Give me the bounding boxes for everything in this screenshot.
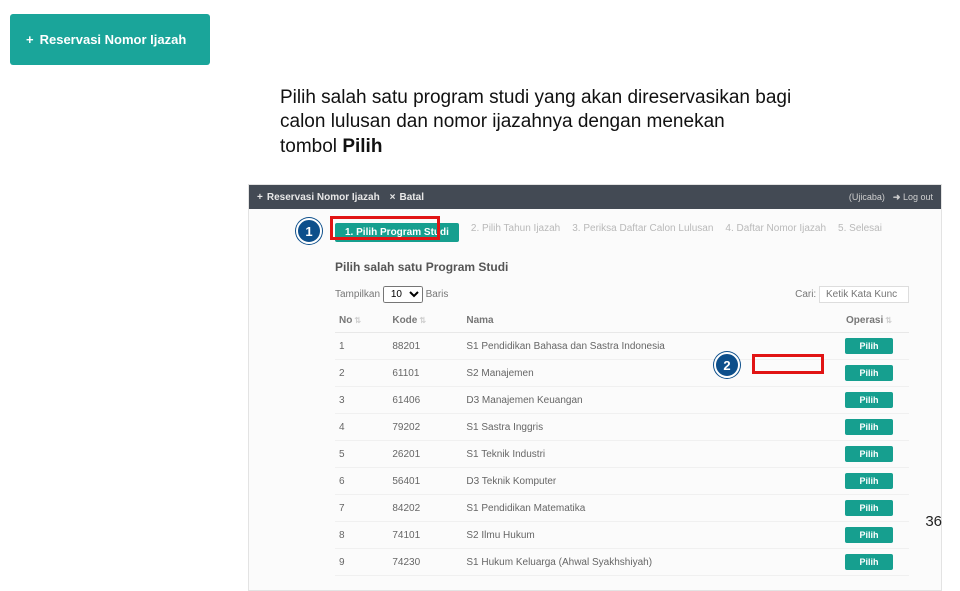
step-1[interactable]: 1. Pilih Program Studi [335, 223, 459, 242]
app-topbar: + Reservasi Nomor Ijazah × Batal (Ujicab… [249, 185, 941, 209]
table-row: 261101S2 ManajemenPilih [335, 360, 909, 387]
logout-link[interactable]: Log out [893, 192, 933, 203]
table-row: 526201S1 Teknik IndustriPilih [335, 441, 909, 468]
pilih-button[interactable]: Pilih [845, 446, 892, 462]
callout-1: 1 [296, 218, 322, 244]
col-kode[interactable]: Kode⇅ [388, 309, 462, 333]
pilih-button[interactable]: Pilih [845, 392, 892, 408]
topbar-reserve[interactable]: + Reservasi Nomor Ijazah [257, 192, 380, 203]
col-nama[interactable]: Nama [462, 309, 829, 333]
section-title: Pilih salah satu Program Studi [335, 260, 923, 274]
table-row: 479202S1 Sastra InggrisPilih [335, 414, 909, 441]
callout-2: 2 [714, 352, 740, 378]
reserve-button[interactable]: + Reservasi Nomor Ijazah [10, 14, 210, 65]
rows-select[interactable]: 10 [383, 286, 423, 303]
search-input[interactable] [819, 286, 909, 303]
plus-icon: + [26, 32, 34, 47]
step-3[interactable]: 3. Periksa Daftar Calon Lulusan [572, 223, 713, 242]
table-row: 656401D3 Teknik KomputerPilih [335, 468, 909, 495]
app-screenshot: + Reservasi Nomor Ijazah × Batal (Ujicab… [248, 184, 942, 591]
pilih-button[interactable]: Pilih [845, 500, 892, 516]
step-2[interactable]: 2. Pilih Tahun Ijazah [471, 223, 560, 242]
table-row: 361406D3 Manajemen KeuanganPilih [335, 387, 909, 414]
table-row: 974230S1 Hukum Keluarga (Ahwal Syakhshiy… [335, 549, 909, 576]
col-operasi[interactable]: Operasi⇅ [829, 309, 909, 333]
instruction-text: Pilih salah satu program studi yang akan… [280, 86, 890, 159]
col-no[interactable]: No⇅ [335, 309, 388, 333]
pilih-button[interactable]: Pilih [845, 338, 892, 354]
reserve-button-label: Reservasi Nomor Ijazah [40, 32, 187, 47]
program-table: No⇅ Kode⇅ Nama Operasi⇅ 188201S1 Pendidi… [335, 309, 909, 576]
page-number: 36 [925, 513, 942, 530]
step-5[interactable]: 5. Selesai [838, 223, 882, 242]
step-4[interactable]: 4. Daftar Nomor Ijazah [725, 223, 826, 242]
table-toolbar: Tampilkan 10 Baris Cari: [335, 286, 909, 303]
pilih-button[interactable]: Pilih [845, 365, 892, 381]
pilih-button[interactable]: Pilih [845, 419, 892, 435]
pilih-button[interactable]: Pilih [845, 554, 892, 570]
user-label: (Ujicaba) [849, 192, 885, 202]
wizard-steps: 1. Pilih Program Studi 2. Pilih Tahun Ij… [335, 223, 923, 242]
pilih-button[interactable]: Pilih [845, 527, 892, 543]
pilih-button[interactable]: Pilih [845, 473, 892, 489]
table-row: 874101S2 Ilmu HukumPilih [335, 522, 909, 549]
table-row: 188201S1 Pendidikan Bahasa dan Sastra In… [335, 333, 909, 360]
topbar-cancel[interactable]: × Batal [390, 192, 424, 203]
table-row: 784202S1 Pendidikan MatematikaPilih [335, 495, 909, 522]
